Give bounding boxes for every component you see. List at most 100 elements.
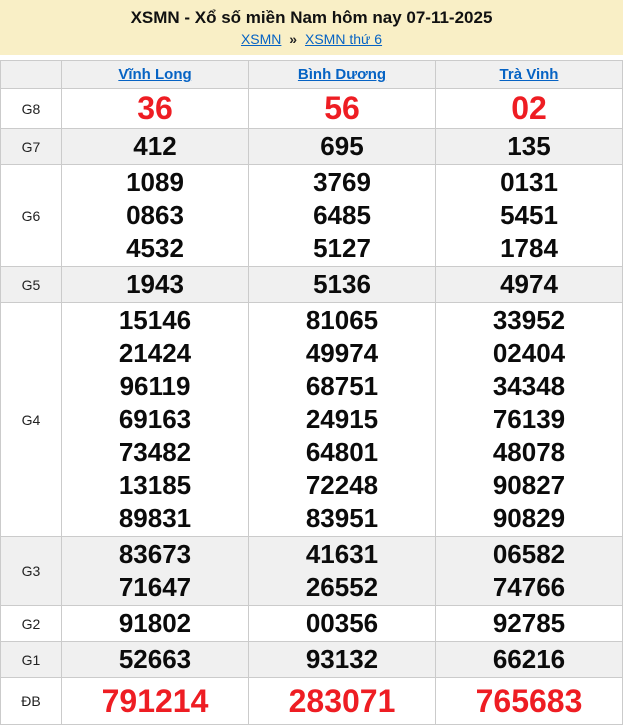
prize-row-G6: G6108908634532376964855127013154511784 xyxy=(1,165,623,267)
result-number: 6485 xyxy=(249,199,435,232)
result-number: 765683 xyxy=(436,679,622,723)
result-number: 73482 xyxy=(62,436,248,469)
result-number: 64801 xyxy=(249,436,435,469)
prize-cell-G6-col0: 108908634532 xyxy=(62,165,249,267)
result-number: 41631 xyxy=(249,538,435,571)
result-number: 68751 xyxy=(249,370,435,403)
result-number: 91802 xyxy=(62,607,248,640)
breadcrumb-link-xsmn[interactable]: XSMN xyxy=(241,31,281,47)
prize-label: G8 xyxy=(1,89,62,129)
result-number: 4974 xyxy=(436,268,622,301)
breadcrumb-link-xsmn-thu-6[interactable]: XSMN thứ 6 xyxy=(305,31,382,47)
prize-cell-G2-col0: 91802 xyxy=(62,606,249,642)
result-number: 49974 xyxy=(249,337,435,370)
prize-cell-G7-col1: 695 xyxy=(249,129,436,165)
prize-cell-G6-col2: 013154511784 xyxy=(436,165,623,267)
prize-cell-G3-col0: 8367371647 xyxy=(62,537,249,606)
prize-cell-G5-col1: 5136 xyxy=(249,267,436,303)
result-number: 02404 xyxy=(436,337,622,370)
prize-cell-G4-col0: 15146214249611969163734821318589831 xyxy=(62,303,249,537)
page-title: XSMN - Xổ số miền Nam hôm nay 07-11-2025 xyxy=(0,7,623,28)
column-header-1: Bình Dương xyxy=(249,61,436,89)
result-number: 89831 xyxy=(62,502,248,535)
result-number: 5127 xyxy=(249,232,435,265)
result-number: 0863 xyxy=(62,199,248,232)
prize-cell-ĐB-col1: 283071 xyxy=(249,678,436,725)
result-number: 83673 xyxy=(62,538,248,571)
result-number: 26552 xyxy=(249,571,435,604)
column-link-0[interactable]: Vĩnh Long xyxy=(118,66,191,83)
prize-cell-G6-col1: 376964855127 xyxy=(249,165,436,267)
result-number: 5451 xyxy=(436,199,622,232)
prize-cell-G8-col1: 56 xyxy=(249,89,436,129)
prize-cell-G4-col2: 33952024043434876139480789082790829 xyxy=(436,303,623,537)
result-number: 1784 xyxy=(436,232,622,265)
result-number: 52663 xyxy=(62,643,248,676)
result-number: 33952 xyxy=(436,304,622,337)
prize-label: G4 xyxy=(1,303,62,537)
result-number: 69163 xyxy=(62,403,248,436)
result-number: 412 xyxy=(62,130,248,163)
result-number: 56 xyxy=(249,90,435,127)
prize-row-G3: G3836737164741631265520658274766 xyxy=(1,537,623,606)
prize-cell-G1-col0: 52663 xyxy=(62,642,249,678)
prize-row-G2: G2918020035692785 xyxy=(1,606,623,642)
result-number: 06582 xyxy=(436,538,622,571)
prize-row-ĐB: ĐB791214283071765683 xyxy=(1,678,623,725)
column-link-1[interactable]: Bình Dương xyxy=(298,66,386,83)
result-number: 3769 xyxy=(249,166,435,199)
prize-cell-G2-col1: 00356 xyxy=(249,606,436,642)
column-header-2: Trà Vinh xyxy=(436,61,623,89)
result-number: 1943 xyxy=(62,268,248,301)
prize-row-G4: G415146214249611969163734821318589831810… xyxy=(1,303,623,537)
column-header-0: Vĩnh Long xyxy=(62,61,249,89)
result-number: 21424 xyxy=(62,337,248,370)
result-number: 71647 xyxy=(62,571,248,604)
prize-cell-G2-col2: 92785 xyxy=(436,606,623,642)
result-number: 24915 xyxy=(249,403,435,436)
result-number: 72248 xyxy=(249,469,435,502)
prize-cell-G3-col1: 4163126552 xyxy=(249,537,436,606)
page-header: XSMN - Xổ số miền Nam hôm nay 07-11-2025… xyxy=(0,0,623,55)
results-tbody: G8365602G7412695135G61089086345323769648… xyxy=(1,89,623,725)
prize-label: G5 xyxy=(1,267,62,303)
corner-cell xyxy=(1,61,62,89)
prize-cell-G7-col2: 135 xyxy=(436,129,623,165)
result-number: 5136 xyxy=(249,268,435,301)
results-table: Vĩnh LongBình DươngTrà Vinh G8365602G741… xyxy=(0,60,623,725)
result-number: 48078 xyxy=(436,436,622,469)
result-number: 02 xyxy=(436,90,622,127)
prize-cell-G4-col1: 81065499746875124915648017224883951 xyxy=(249,303,436,537)
result-number: 791214 xyxy=(62,679,248,723)
result-number: 83951 xyxy=(249,502,435,535)
prize-cell-ĐB-col0: 791214 xyxy=(62,678,249,725)
breadcrumb: XSMN » XSMN thứ 6 xyxy=(0,31,623,48)
prize-label: G2 xyxy=(1,606,62,642)
result-number: 4532 xyxy=(62,232,248,265)
prize-row-G8: G8365602 xyxy=(1,89,623,129)
result-number: 66216 xyxy=(436,643,622,676)
prize-cell-G8-col0: 36 xyxy=(62,89,249,129)
column-link-2[interactable]: Trà Vinh xyxy=(500,66,559,83)
result-number: 74766 xyxy=(436,571,622,604)
result-number: 36 xyxy=(62,90,248,127)
prize-cell-G5-col0: 1943 xyxy=(62,267,249,303)
prize-row-G1: G1526639313266216 xyxy=(1,642,623,678)
result-number: 92785 xyxy=(436,607,622,640)
result-number: 15146 xyxy=(62,304,248,337)
result-number: 13185 xyxy=(62,469,248,502)
prize-cell-G5-col2: 4974 xyxy=(436,267,623,303)
prize-label: G6 xyxy=(1,165,62,267)
prize-cell-G1-col1: 93132 xyxy=(249,642,436,678)
result-number: 96119 xyxy=(62,370,248,403)
result-number: 135 xyxy=(436,130,622,163)
prize-cell-ĐB-col2: 765683 xyxy=(436,678,623,725)
prize-row-G7: G7412695135 xyxy=(1,129,623,165)
result-number: 695 xyxy=(249,130,435,163)
prize-label: ĐB xyxy=(1,678,62,725)
result-number: 1089 xyxy=(62,166,248,199)
prize-cell-G8-col2: 02 xyxy=(436,89,623,129)
prize-label: G7 xyxy=(1,129,62,165)
prize-label: G1 xyxy=(1,642,62,678)
result-number: 90827 xyxy=(436,469,622,502)
